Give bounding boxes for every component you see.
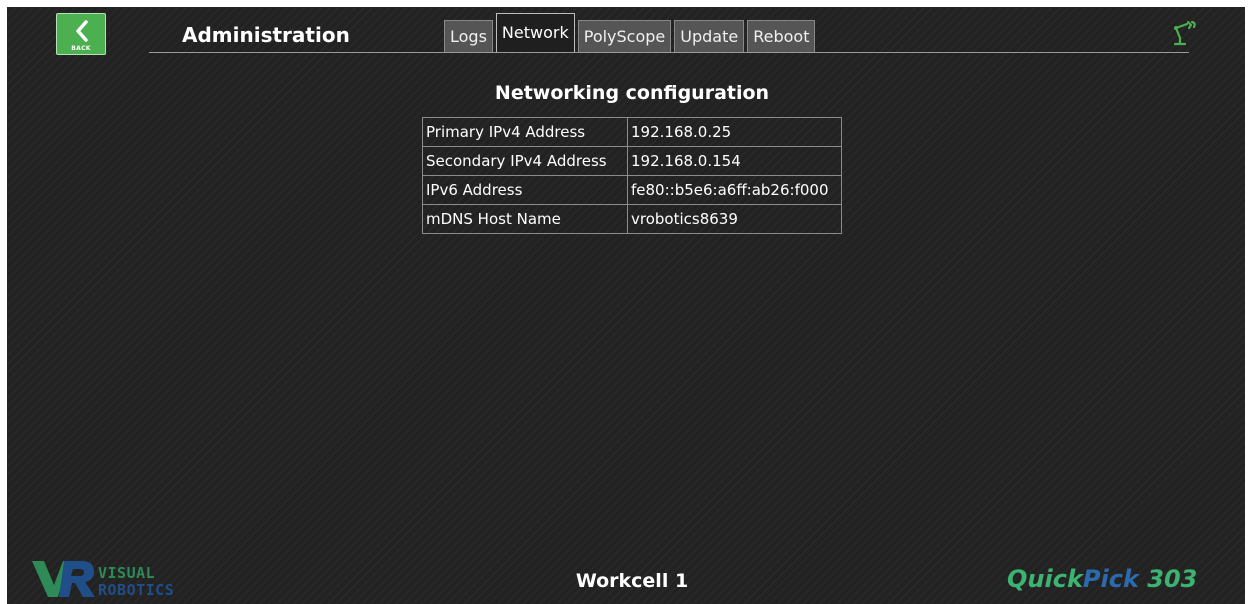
row-value: fe80::b5e6:a6ff:ab26:f000: [627, 175, 842, 205]
product-name-pick: Pick: [1082, 565, 1139, 593]
row-label: Primary IPv4 Address: [422, 117, 628, 147]
row-label: IPv6 Address: [422, 175, 628, 205]
table-row: IPv6 Address fe80::b5e6:a6ff:ab26:f000: [422, 175, 842, 205]
section-title: Networking configuration: [494, 82, 770, 104]
tab-bar: Logs Network PolyScope Update Reboot: [444, 13, 818, 52]
back-label: BACK: [71, 45, 91, 52]
header-divider: [149, 52, 1189, 53]
table-row: mDNS Host Name vrobotics8639: [422, 204, 842, 234]
tab-polyscope[interactable]: PolyScope: [577, 20, 672, 52]
back-button[interactable]: BACK: [56, 13, 106, 55]
table-row: Secondary IPv4 Address 192.168.0.154: [422, 146, 842, 176]
network-config-table: Primary IPv4 Address 192.168.0.25 Second…: [422, 117, 842, 234]
app-window: BACK Administration Logs Network PolySco…: [7, 7, 1245, 604]
product-name-model: 303: [1138, 565, 1198, 593]
page-title: Administration: [182, 23, 350, 47]
chevron-left-icon: [76, 20, 88, 42]
row-value: vrobotics8639: [627, 204, 842, 234]
table-row: Primary IPv4 Address 192.168.0.25: [422, 117, 842, 147]
tab-logs[interactable]: Logs: [444, 20, 493, 52]
tab-update[interactable]: Update: [674, 20, 745, 52]
row-label: mDNS Host Name: [422, 204, 628, 234]
product-name-quick: Quick: [1007, 565, 1083, 593]
tab-reboot[interactable]: Reboot: [747, 20, 816, 52]
robot-arm-icon[interactable]: [1170, 19, 1198, 47]
row-value: 192.168.0.154: [627, 146, 842, 176]
row-label: Secondary IPv4 Address: [422, 146, 628, 176]
product-name: QuickPick 303: [1007, 565, 1197, 593]
tab-network[interactable]: Network: [495, 13, 575, 52]
row-value: 192.168.0.25: [627, 117, 842, 147]
